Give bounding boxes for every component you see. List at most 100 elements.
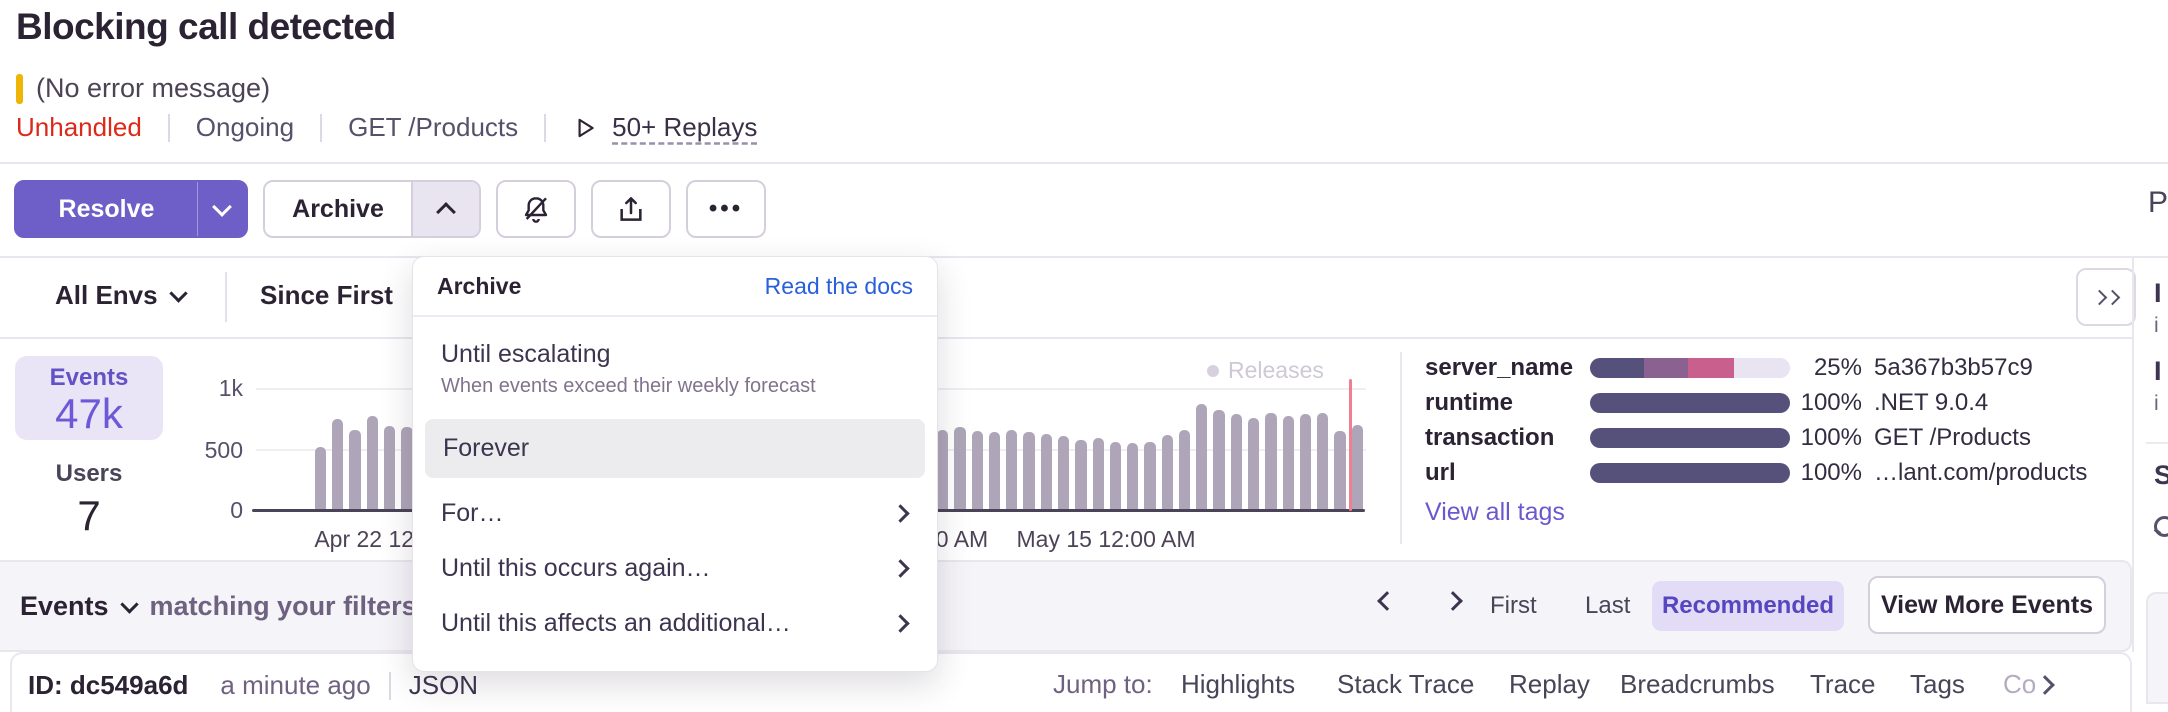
share-button[interactable] [591, 180, 671, 238]
tag-key: server_name [1425, 354, 1590, 382]
releases-legend-dot [1207, 365, 1219, 377]
next-event-button[interactable] [1446, 594, 1460, 613]
archive-menu-item-text: Forever [443, 434, 529, 463]
archive-menu-item[interactable]: Forever [425, 419, 925, 478]
chart-bar [972, 431, 983, 511]
tag-bar-segment [1644, 358, 1688, 378]
divider [320, 114, 322, 142]
upload-icon [615, 193, 647, 225]
json-link[interactable]: JSON [409, 670, 478, 701]
read-the-docs-link[interactable]: Read the docs [765, 273, 913, 300]
archive-menu-item[interactable]: Until this affects an additional… [413, 596, 937, 651]
jump-link-highlights[interactable]: Highlights [1181, 669, 1295, 700]
replays-link[interactable]: 50+ Replays [572, 112, 757, 143]
events-filter-description: matching your filters [150, 591, 417, 622]
chart-bar [1127, 443, 1138, 511]
archive-menu-items: Until escalatingWhen events exceed their… [413, 317, 937, 651]
events-stat-pill[interactable]: Events 47k [15, 356, 163, 440]
mute-button[interactable] [496, 180, 576, 238]
y-axis-tick: 1k [183, 375, 243, 402]
first-event-button[interactable]: First [1490, 592, 1537, 620]
archive-menu-item[interactable]: Until this occurs again… [413, 541, 937, 596]
divider [0, 337, 2132, 339]
view-all-tags-link[interactable]: View all tags [1425, 498, 1565, 527]
chevron-right-icon [891, 614, 909, 632]
scroll-links-right-button[interactable] [2038, 678, 2052, 697]
chevron-down-icon [120, 595, 138, 613]
jump-link-stack-trace[interactable]: Stack Trace [1337, 669, 1474, 700]
chevron-up-icon [436, 202, 456, 222]
jump-link-breadcrumbs[interactable]: Breadcrumbs [1620, 669, 1775, 700]
ellipsis-icon: ••• [709, 195, 743, 223]
event-id: ID: dc549a6d [28, 670, 188, 701]
more-options-button[interactable]: ••• [686, 180, 766, 238]
panel-right-border [2132, 258, 2134, 652]
tag-distribution-list: server_name25%5a367b3b57c9runtime100%.NE… [1425, 350, 2115, 490]
play-icon [572, 115, 598, 141]
archive-menu-item[interactable]: Until escalatingWhen events exceed their… [413, 327, 937, 411]
view-more-events-button[interactable]: View More Events [1868, 576, 2106, 634]
jump-link-tags[interactable]: Tags [1910, 669, 1965, 700]
unhandled-badge: Unhandled [16, 112, 142, 143]
jump-link-co[interactable]: Co [2003, 669, 2036, 700]
tag-row[interactable]: server_name25%5a367b3b57c9 [1425, 350, 2115, 385]
error-message: (No error message) [36, 73, 270, 104]
environment-selector[interactable]: All Envs [55, 280, 185, 311]
archive-menu-item-text: Until this affects an additional… [441, 609, 791, 638]
double-chevron-right-icon [2105, 289, 2121, 305]
jump-link-replay[interactable]: Replay [1509, 669, 1590, 700]
tag-percent: 100% [1790, 389, 1862, 417]
chart-bar [384, 426, 395, 511]
archive-menu-item-sublabel: When events exceed their weekly forecast [441, 375, 816, 398]
last-event-button[interactable]: Last [1585, 592, 1630, 620]
chart-bar [1248, 418, 1259, 511]
chart-bar [1058, 436, 1069, 511]
jump-link-trace[interactable]: Trace [1810, 669, 1876, 700]
tag-key: runtime [1425, 389, 1590, 417]
tag-bar-segment [1590, 358, 1644, 378]
tag-bar-segment [1590, 393, 1790, 413]
chart-bar [1041, 434, 1052, 511]
tag-row[interactable]: transaction100%GET /Products [1425, 420, 2115, 455]
chart-bar [1300, 414, 1311, 511]
tag-row[interactable]: url100%…lant.com/products [1425, 455, 2115, 490]
chart-bar [1317, 413, 1328, 511]
resolve-dropdown-button[interactable] [197, 182, 246, 236]
archive-menu-header: Archive Read the docs [413, 257, 937, 317]
chevron-right-icon [1443, 591, 1463, 611]
archive-button[interactable]: Archive [265, 195, 411, 224]
divider [168, 114, 170, 142]
stats-period-tab[interactable]: Since First [260, 280, 393, 311]
previous-event-button[interactable] [1380, 594, 1394, 613]
recommended-toggle[interactable]: Recommended [1652, 581, 1844, 631]
bell-slash-icon [520, 193, 552, 225]
chart-bar [401, 427, 412, 511]
tag-distribution-bar [1590, 358, 1790, 378]
tag-bar-segment [1688, 358, 1734, 378]
clipped-text-fragment: i [2154, 314, 2159, 338]
right-sidebar-card-clipped [2146, 592, 2168, 704]
transaction-label: GET /Products [348, 112, 518, 143]
jump-to-label: Jump to: [1053, 669, 1153, 700]
users-stat[interactable]: Users 7 [15, 460, 163, 540]
tag-value: …lant.com/products [1874, 459, 2087, 487]
tag-percent: 100% [1790, 424, 1862, 452]
chevron-left-icon [1377, 591, 1397, 611]
level-indicator-bar [16, 74, 23, 104]
archive-menu-item[interactable]: For… [413, 486, 937, 541]
resolve-button[interactable]: Resolve [16, 195, 197, 224]
tag-distribution-bar [1590, 428, 1790, 448]
collapse-sidebar-button[interactable] [2076, 268, 2136, 326]
event-timestamp: a minute ago [220, 670, 370, 701]
archive-dropdown-button[interactable] [411, 182, 479, 236]
divider [0, 162, 2168, 164]
tag-row[interactable]: runtime100%.NET 9.0.4 [1425, 385, 2115, 420]
chart-bar [1075, 440, 1086, 511]
events-filter-selector[interactable]: Events matching your filters [20, 562, 417, 650]
events-stat-value: 47k [15, 390, 163, 438]
tag-value: 5a367b3b57c9 [1874, 354, 2033, 382]
chart-bar [989, 432, 1000, 511]
chevron-right-icon [2035, 675, 2055, 695]
archive-menu-item-text: Until escalatingWhen events exceed their… [441, 340, 816, 398]
chart-legend: Releases [1207, 357, 1324, 384]
